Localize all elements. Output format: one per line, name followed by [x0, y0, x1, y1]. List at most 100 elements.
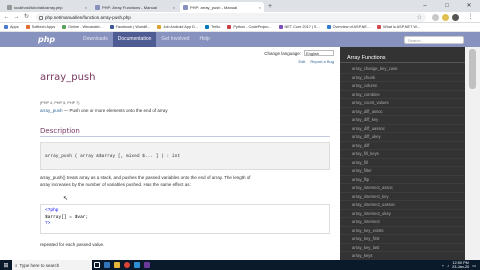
page-icon — [7, 4, 12, 10]
bookmark-star-icon[interactable]: ☆ — [417, 14, 422, 21]
menu-icon[interactable]: ⋮ — [466, 13, 475, 22]
clock[interactable]: 12:50 PM 23-Jan-20 — [452, 261, 469, 269]
sidebar-item[interactable]: array_intersect — [340, 218, 465, 227]
close-tab-icon[interactable]: × — [173, 5, 175, 10]
sidebar-item[interactable]: array_combine — [340, 91, 465, 99]
language-select[interactable]: English — [304, 50, 334, 56]
sidebar-item[interactable]: array_key_first — [340, 235, 465, 244]
bookmark-item[interactable]: Softtech Apps — [25, 25, 56, 29]
code-line: ?> — [45, 221, 51, 226]
bookmark-label: NET Core 2017 | S... — [284, 25, 320, 29]
close-tab-icon[interactable]: × — [259, 5, 261, 10]
notifications-icon[interactable]: ▭ — [472, 263, 476, 268]
edge-icon[interactable] — [102, 260, 112, 270]
network-icon[interactable]: ⌁ — [442, 263, 444, 268]
bookmark-label: Facebook | Wondfl... — [115, 25, 151, 29]
bookmark-favicon-icon — [62, 25, 67, 29]
bookmark-item[interactable]: Online - Wevaratel... — [62, 25, 103, 29]
edit-link[interactable]: Edit — [299, 59, 306, 64]
browser-tab-1[interactable]: localhost/tutorials/array.php × — [4, 2, 90, 12]
page-title: array_push — [40, 72, 96, 83]
taskbar-search-input[interactable]: ⌕ Type here to search — [12, 260, 92, 270]
scrollbar[interactable] — [465, 47, 480, 260]
description-text: array_push() treats array as a stack, an… — [40, 174, 330, 188]
nav-get-involved[interactable]: Get Involved — [156, 32, 194, 47]
change-language-label: Change language: — [264, 50, 301, 56]
sidebar-item[interactable]: array_intersect_ukey — [340, 210, 465, 218]
bookmark-label: Softtech Apps — [31, 25, 56, 29]
lock-icon — [39, 15, 43, 20]
sidebar-item[interactable]: array_count_values — [340, 99, 465, 108]
extension-icon[interactable] — [442, 14, 449, 21]
sidebar-item[interactable]: array_key_exists — [340, 227, 465, 235]
bookmark-favicon-icon — [227, 25, 232, 29]
bookmark-item[interactable]: Overview of ASP.NE... — [326, 25, 371, 29]
method-synopsis: array_push ( array &$array [, mixed $...… — [40, 142, 330, 170]
sidebar-item[interactable]: array_intersect_uassoc — [340, 201, 465, 210]
new-tab-button[interactable]: + — [265, 2, 275, 11]
nav-help[interactable]: Help — [194, 32, 214, 47]
sidebar-item[interactable]: array_filter — [340, 167, 465, 176]
bookmark-favicon-icon — [25, 25, 30, 29]
sidebar-item[interactable]: array_intersect_assoc — [340, 184, 465, 193]
php-icon — [95, 4, 100, 10]
nav-downloads[interactable]: Downloads — [78, 32, 113, 47]
tab-title: PHP: array_push - Manual — [190, 4, 238, 10]
browser-tab-2[interactable]: PHP: Array Functions - Manual × — [92, 2, 178, 12]
bookmark-favicon-icon — [326, 25, 331, 29]
bookmark-label: Overview of ASP.NE... — [332, 25, 371, 29]
sidebar-item[interactable]: array_key_last — [340, 244, 465, 252]
sidebar-item[interactable]: array_diff_assoc — [340, 108, 465, 116]
scrollbar-thumb[interactable] — [469, 49, 476, 89]
task-view-icon[interactable] — [92, 260, 102, 270]
sidebar-title[interactable]: Array Functions — [340, 53, 465, 63]
back-button[interactable]: ← — [2, 13, 11, 22]
bookmark-favicon-icon — [278, 25, 283, 29]
browser-tab-3[interactable]: PHP: array_push - Manual × — [180, 2, 264, 12]
php-logo[interactable]: php — [38, 35, 78, 44]
report-bug-link[interactable]: Report a Bug — [310, 59, 334, 64]
file-explorer-icon[interactable] — [112, 260, 122, 270]
sidebar-item[interactable]: array_column — [340, 82, 465, 91]
bookmark-item[interactable]: Python - CodeProjec... — [227, 25, 272, 29]
volume-icon[interactable]: ♪ — [447, 263, 449, 268]
forward-button[interactable]: → — [12, 13, 21, 22]
chrome-icon[interactable] — [122, 260, 132, 270]
bookmark-favicon-icon — [109, 25, 114, 29]
tab-title: localhost/tutorials/array.php — [14, 4, 63, 10]
sidebar-item[interactable]: array_fill_keys — [340, 150, 465, 159]
minimize-button[interactable]: – — [414, 0, 436, 12]
sidebar-item[interactable]: array_diff_uassoc — [340, 125, 465, 133]
bookmark-item[interactable]: NET Core 2017 | S... — [278, 25, 320, 29]
sidebar-item[interactable]: array_change_key_case — [340, 65, 465, 74]
sidebar-item[interactable]: array_intersect_key — [340, 193, 465, 201]
bookmark-item[interactable]: Job Android App D... — [157, 25, 198, 29]
maximize-button[interactable]: □ — [436, 0, 458, 12]
windows-start-icon[interactable]: ⊞ — [0, 260, 12, 270]
sidebar-item[interactable]: array_flip — [340, 176, 465, 184]
close-window-button[interactable]: ✕ — [458, 0, 480, 12]
url-field[interactable]: php.net/manual/en/function.array-push.ph… — [36, 13, 426, 22]
nav-documentation[interactable]: Documentation — [112, 32, 157, 47]
reload-button[interactable]: ↻ — [22, 13, 31, 22]
bookmark-label: Job Android App D... — [163, 25, 198, 29]
bookmark-favicon-icon — [4, 25, 8, 29]
sidebar-item[interactable]: array_chunk — [340, 74, 465, 82]
close-tab-icon[interactable]: × — [85, 5, 87, 10]
sidebar-item[interactable]: array_diff — [340, 142, 465, 150]
sidebar-item[interactable]: array_fill — [340, 159, 465, 167]
vscode-icon[interactable] — [132, 260, 142, 270]
php-search-input[interactable]: Search — [404, 35, 464, 44]
bookmark-label: Apps — [10, 25, 19, 29]
extension-icon[interactable] — [432, 14, 439, 21]
url-text: php.net/manual/en/function.array-push.ph… — [45, 15, 131, 20]
sidebar-item[interactable]: array_diff_ukey — [340, 133, 465, 142]
app-icon[interactable] — [142, 260, 152, 270]
sidebar-item[interactable]: array_diff_key — [340, 116, 465, 125]
bookmark-item[interactable]: Facebook | Wondfl... — [109, 25, 151, 29]
bookmark-item[interactable]: Apps — [4, 25, 19, 29]
bookmark-label: What is ASP.NET W... — [383, 25, 420, 29]
bookmark-item[interactable]: Trello — [204, 25, 220, 29]
profile-avatar[interactable] — [452, 14, 459, 21]
bookmark-item[interactable]: What is ASP.NET W... — [377, 25, 420, 29]
